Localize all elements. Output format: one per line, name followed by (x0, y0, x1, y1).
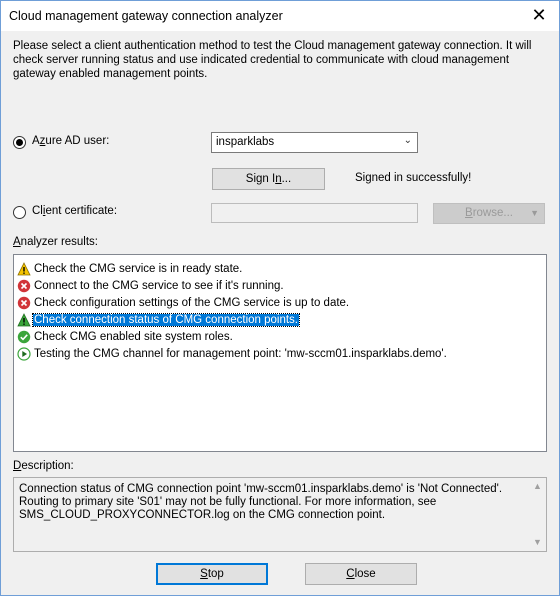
scroll-down-icon[interactable]: ▼ (529, 534, 546, 551)
list-item-text: Testing the CMG channel for management p… (34, 347, 447, 360)
azure-ad-radio[interactable] (13, 136, 26, 149)
client-certificate-label: Client certificate: (32, 205, 118, 217)
success-icon (17, 330, 31, 343)
description-box[interactable]: Connection status of CMG connection poin… (13, 477, 547, 552)
list-item[interactable]: Connect to the CMG service to see if it'… (14, 277, 546, 294)
browse-button[interactable]: Browse... ▼ (433, 203, 545, 224)
list-item-text: Check the CMG service is in ready state. (34, 262, 243, 275)
list-item-text: Check connection status of CMG connectio… (31, 312, 301, 327)
client-certificate-radio[interactable] (13, 206, 26, 219)
client-certificate-field[interactable] (211, 203, 418, 223)
list-item[interactable]: Testing the CMG channel for management p… (14, 345, 546, 362)
description-label: Description: (13, 460, 74, 472)
title-bar: Cloud management gateway connection anal… (1, 1, 559, 31)
running-icon (17, 346, 31, 361)
window-title: Cloud management gateway connection anal… (9, 9, 283, 23)
description-scrollbar[interactable]: ▲ ▼ (529, 478, 546, 551)
azure-user-select[interactable]: insparklabs ⌄ (211, 132, 418, 153)
list-item-text: Check CMG enabled site system roles. (34, 330, 233, 343)
error-icon (17, 279, 31, 292)
warning-icon (17, 312, 31, 326)
close-window-icon[interactable]: ✕ (529, 5, 549, 25)
list-item[interactable]: Check configuration settings of the CMG … (14, 294, 546, 311)
list-item[interactable]: Check CMG enabled site system roles. (14, 328, 546, 345)
dropdown-arrow-icon: ▼ (530, 208, 539, 218)
chevron-down-icon: ⌄ (403, 135, 412, 146)
scroll-up-icon[interactable]: ▲ (529, 478, 546, 495)
sign-in-button[interactable]: Sign In... (212, 168, 325, 190)
sign-in-status: Signed in successfully! (355, 172, 472, 184)
azure-user-value: insparklabs (216, 136, 275, 148)
error-icon (17, 296, 31, 309)
stop-button[interactable]: Stop (156, 563, 268, 585)
azure-ad-label: Azure AD user: (32, 135, 110, 147)
close-button[interactable]: Close (305, 563, 417, 585)
intro-text: Please select a client authentication me… (13, 40, 532, 80)
description-text: Connection status of CMG connection poin… (19, 483, 503, 521)
analyzer-window: Cloud management gateway connection anal… (0, 0, 560, 596)
warning-icon (17, 261, 31, 275)
list-item-selected[interactable]: Check connection status of CMG connectio… (14, 311, 546, 328)
analyzer-results-list[interactable]: Check the CMG service is in ready state.… (13, 254, 547, 452)
list-item-text: Connect to the CMG service to see if it'… (34, 279, 284, 292)
list-item[interactable]: Check the CMG service is in ready state. (14, 260, 546, 277)
list-item-text: Check configuration settings of the CMG … (34, 296, 350, 309)
analyzer-results-label: Analyzer results: (13, 236, 99, 248)
